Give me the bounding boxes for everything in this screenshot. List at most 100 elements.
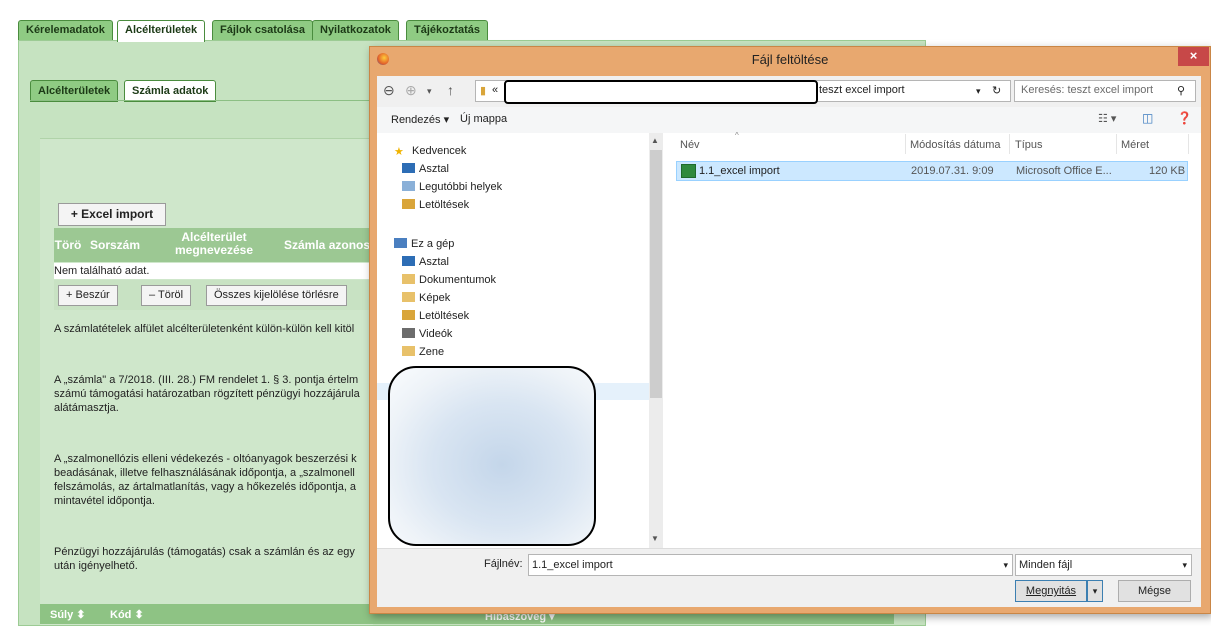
tab-fajlok-csatolasa[interactable]: Fájlok csatolása <box>212 20 313 40</box>
nav-label: Dokumentumok <box>419 274 497 286</box>
info-paragraph-4: Pénzügyi hozzájárulás (támogatás) csak a… <box>54 545 372 573</box>
filename-dropdown-icon[interactable]: ▾ <box>1003 555 1008 575</box>
back-icon[interactable]: ⊖ <box>383 82 395 99</box>
nav-pc-zene[interactable]: Zene <box>402 346 444 358</box>
tab-nyilatkozatok[interactable]: Nyilatkozatok <box>312 20 399 40</box>
breadcrumb-overflow[interactable]: « <box>492 84 498 96</box>
col-alcelterulet[interactable]: Alcélterület megnevezése <box>164 231 264 257</box>
info-paragraph-2: A „számla" a 7/2018. (III. 28.) FM rende… <box>54 373 372 415</box>
dialog-titlebar[interactable]: Fájl feltöltése × <box>369 46 1211 76</box>
plus-icon: + <box>70 207 82 221</box>
col-suly[interactable]: Súly ⬍ <box>50 608 86 621</box>
refresh-icon[interactable]: ↻ <box>992 84 1001 97</box>
dialog-bottom-area: Fájlnév: 1.1_excel import ▾ Minden fájl … <box>377 548 1201 607</box>
para-line: beadásának, illetve felhasználásának idő… <box>54 467 355 479</box>
no-result-text: Nem található adat. <box>54 263 373 279</box>
table-header: Törö Sorszám Alcélterület megnevezése Sz… <box>54 228 373 262</box>
pictures-icon <box>402 292 415 302</box>
dialog-toolbar: Rendezés ▾ Új mappa ☷ ▾ ◫ ❓ <box>377 107 1201 134</box>
search-input[interactable]: Keresés: teszt excel import ⚲ <box>1014 80 1196 102</box>
open-label: Megnyitás <box>1025 585 1077 597</box>
redacted-path <box>504 80 818 104</box>
column-divider[interactable] <box>1116 134 1117 154</box>
para-line: A „számla" a 7/2018. (III. 28.) FM rende… <box>54 374 359 386</box>
open-dropdown-button[interactable]: ▾ <box>1087 580 1103 602</box>
breadcrumb-current-folder[interactable]: teszt excel import <box>819 84 905 96</box>
subtab-alcelteruletek[interactable]: Alcélterületek <box>30 80 119 102</box>
nav-fav-legutobbi[interactable]: Legutóbbi helyek <box>402 181 502 193</box>
filename-value: 1.1_excel import <box>532 559 613 571</box>
beszur-button[interactable]: + Beszúr <box>58 285 118 306</box>
nav-label: Ez a gép <box>411 238 455 250</box>
nav-label: Képek <box>419 292 451 304</box>
file-size: 120 KB <box>1149 165 1186 177</box>
col-header-modositas[interactable]: Módosítás dátuma <box>910 139 1001 151</box>
cancel-button[interactable]: Mégse <box>1118 580 1191 602</box>
scroll-up-icon[interactable]: ▲ <box>651 136 659 145</box>
nav-label: Asztal <box>419 256 449 268</box>
nav-pc-dokumentumok[interactable]: Dokumentumok <box>402 274 496 286</box>
videos-icon <box>402 328 415 338</box>
tab-kerelemadatok[interactable]: Kérelemadatok <box>18 20 113 40</box>
file-name: 1.1_excel import <box>699 165 780 177</box>
file-type: Microsoft Office E... <box>1016 165 1112 177</box>
rendezes-button[interactable]: Rendezés ▾ <box>391 113 449 126</box>
nav-ez-a-gep[interactable]: Ez a gép <box>394 238 454 250</box>
col-header-meret[interactable]: Méret <box>1121 139 1149 151</box>
preview-pane-icon[interactable]: ◫ <box>1142 111 1153 125</box>
column-divider[interactable] <box>905 134 906 154</box>
music-icon <box>402 346 415 356</box>
nav-pc-videok[interactable]: Videók <box>402 328 452 340</box>
history-dropdown-icon[interactable]: ▾ <box>427 86 432 97</box>
tab-alcelteruletek[interactable]: Alcélterületek <box>117 20 206 42</box>
excel-import-button[interactable]: + Excel import <box>58 203 166 226</box>
para-line: A számlatételek alfület alcélterületenké… <box>54 323 355 335</box>
forward-icon[interactable]: ⊕ <box>405 82 417 99</box>
nav-label: Videók <box>419 328 453 340</box>
nav-pc-kepek[interactable]: Képek <box>402 292 450 304</box>
nav-pc-asztal[interactable]: Asztal <box>402 256 449 268</box>
view-options-icon[interactable]: ☷ ▾ <box>1098 112 1116 125</box>
col-header-nev[interactable]: Név <box>680 139 700 151</box>
file-type-filter[interactable]: Minden fájl ▾ <box>1015 554 1192 576</box>
row-buttons: + Beszúr – Töröl Összes kijelölése törlé… <box>54 280 373 310</box>
nav-label: Asztal <box>419 163 449 175</box>
downloads-icon <box>402 199 415 209</box>
address-dropdown-icon[interactable]: ▾ <box>976 86 981 97</box>
column-divider[interactable] <box>1188 134 1189 154</box>
nav-fav-asztal[interactable]: Asztal <box>402 163 449 175</box>
nav-scrollbar-thumb[interactable] <box>650 150 662 398</box>
col-sorszam[interactable]: Sorszám <box>84 238 146 252</box>
filter-dropdown-icon[interactable]: ▾ <box>1182 555 1187 575</box>
column-divider[interactable] <box>1009 134 1010 154</box>
computer-icon <box>394 238 407 248</box>
torol-button[interactable]: – Töröl <box>141 285 192 306</box>
excel-import-label: Excel import <box>81 207 154 221</box>
col-header-tipus[interactable]: Típus <box>1015 139 1043 151</box>
torol-label: Töröl <box>157 289 184 301</box>
col-kod[interactable]: Kód ⬍ <box>110 608 144 621</box>
info-paragraph-3: A „szalmonellózis elleni védekezés - olt… <box>54 452 372 508</box>
osszes-kijelolese-button[interactable]: Összes kijelölése törlésre <box>206 285 347 306</box>
nav-fav-letoltesek[interactable]: Letöltések <box>402 199 469 211</box>
up-icon[interactable]: ↑ <box>447 82 454 98</box>
nav-pc-letoltesek[interactable]: Letöltések <box>402 310 469 322</box>
subtab-szamla-adatok[interactable]: Számla adatok <box>124 80 217 102</box>
nav-label: Letöltések <box>419 199 470 211</box>
subtab-divider <box>30 100 373 101</box>
help-icon[interactable]: ❓ <box>1177 111 1192 125</box>
nav-kedvencek[interactable]: ★ Kedvencek <box>394 145 466 158</box>
new-folder-button[interactable]: Új mappa <box>460 113 507 125</box>
tab-tajekoztatas[interactable]: Tájékoztatás <box>406 20 489 40</box>
nav-label: Letöltések <box>419 310 470 322</box>
para-line: után igényelhető. <box>54 560 138 572</box>
filename-input[interactable]: 1.1_excel import ▾ <box>528 554 1013 576</box>
scroll-down-icon[interactable]: ▼ <box>651 534 659 543</box>
close-button[interactable]: × <box>1178 47 1209 66</box>
col-toro[interactable]: Törö <box>54 238 82 252</box>
open-button[interactable]: Megnyitás <box>1015 580 1087 602</box>
dialog-title: Fájl feltöltése <box>751 52 829 67</box>
file-row[interactable]: 1.1_excel import 2019.07.31. 9:09 Micros… <box>676 161 1188 181</box>
filter-value: Minden fájl <box>1019 559 1073 571</box>
para-line: A „szalmonellózis elleni védekezés - olt… <box>54 453 357 465</box>
